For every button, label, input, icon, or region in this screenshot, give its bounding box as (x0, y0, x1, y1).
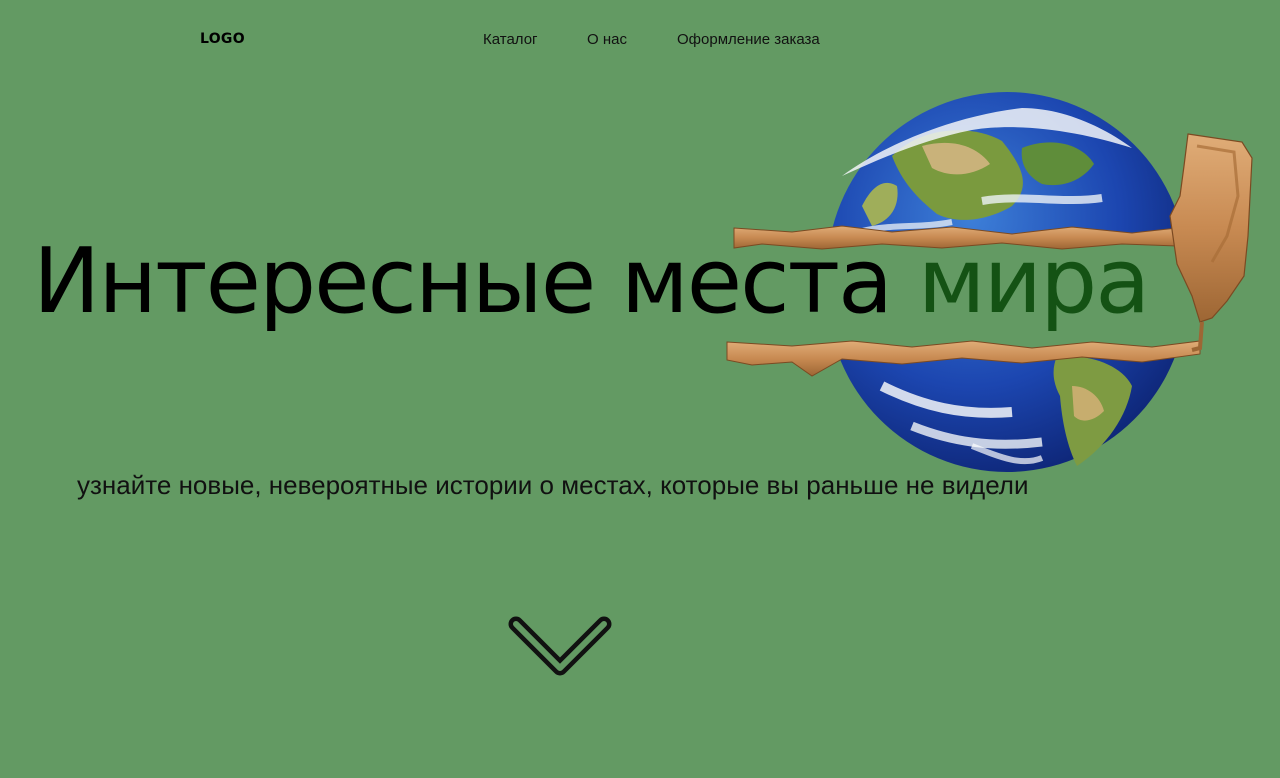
landing-page: LOGO Каталог О нас Оформление заказа Инт… (0, 0, 1280, 778)
hero-title-accent: мира (917, 229, 1151, 334)
nav-link-about[interactable]: О нас (587, 31, 627, 48)
nav-link-order[interactable]: Оформление заказа (677, 31, 820, 48)
logo[interactable]: LOGO (200, 31, 245, 47)
chevron-down-icon[interactable] (508, 614, 612, 680)
nav-link-catalog[interactable]: Каталог (483, 31, 538, 48)
hero-title: Интересные места мира (33, 222, 1151, 342)
hero-title-main: Интересные места (33, 229, 893, 334)
hero-subtitle: узнайте новые, невероятные истории о мес… (77, 470, 1029, 500)
